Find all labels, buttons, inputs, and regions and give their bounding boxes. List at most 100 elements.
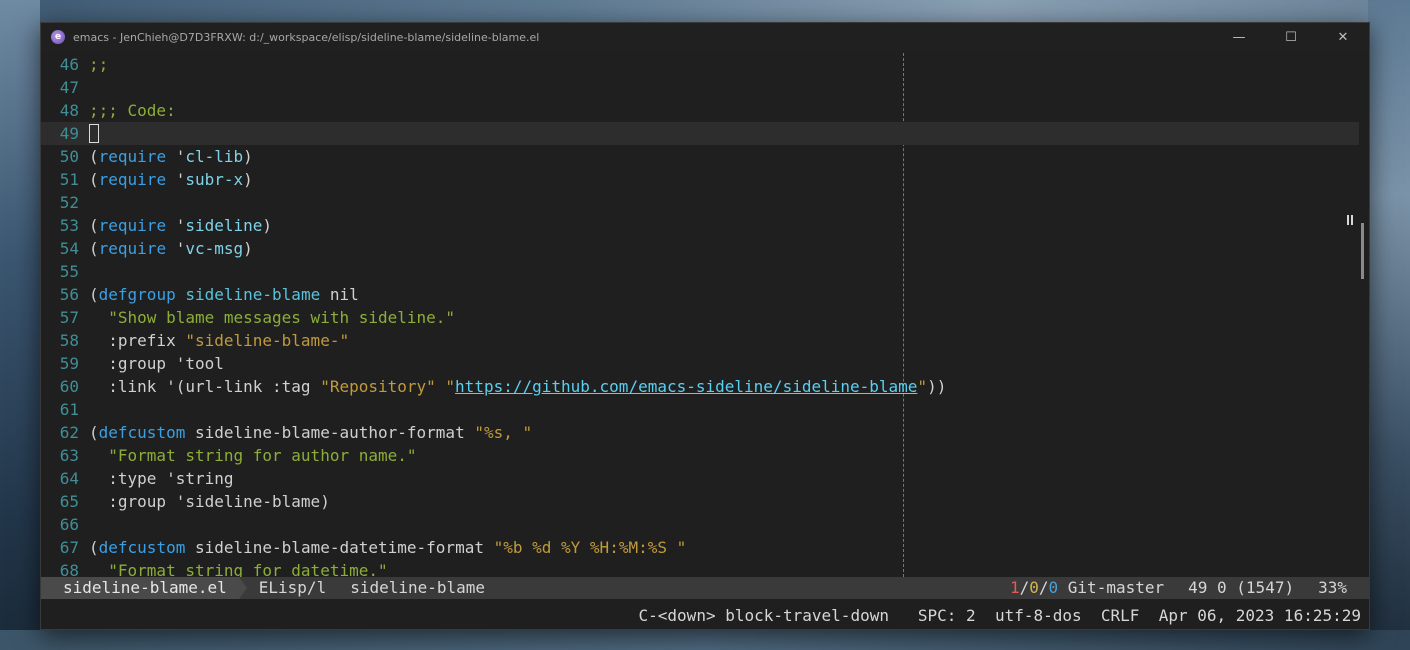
code-line[interactable]: 56 (defgroup sideline-blame nil [41,283,1359,306]
desktop-wallpaper-bottom [0,630,1410,650]
git-branch: Git-master [1058,578,1165,597]
line-number: 59 [59,354,79,373]
code-token: ) [243,239,253,258]
code-token: subr-x [185,170,244,189]
maximize-button[interactable]: ☐ [1265,23,1317,51]
code-token: ) [262,216,273,235]
code-token: require [98,216,167,235]
git-changes-yellow: 0 [1029,578,1039,597]
code-token: require [98,239,167,258]
code-line[interactable]: 55 [41,260,1359,283]
code-token: :type 'string [89,469,234,488]
code-line[interactable]: 58 :prefix "sideline-blame-" [41,329,1359,352]
line-number: 64 [59,469,79,488]
code-token: ( [89,239,99,258]
code-token: sideline-blame [185,285,321,304]
code-line[interactable]: 65 :group 'sideline-blame) [41,490,1359,513]
code-line[interactable]: 50 (require 'cl-lib) [41,145,1359,168]
code-token: "Repository" [320,377,436,396]
code-text: (defcustom sideline-blame-datetime-forma… [89,538,686,557]
mode-line-position: 49 0 (1547) [1188,578,1295,597]
code-token: nil [320,285,359,304]
title-bar[interactable]: e emacs - JenChieh@D7D3FRXW: d:/_workspa… [41,23,1369,51]
code-text: (require 'vc-msg) [89,239,253,258]
repository-link[interactable]: https://github.com/emacs-sideline/sideli… [455,377,917,396]
line-number: 63 [59,446,79,465]
code-line[interactable]: 66 [41,513,1359,536]
code-token: ;; [89,55,109,74]
line-number: 55 [59,262,79,281]
code-text: :link '(url-link :tag "Repository" "http… [89,377,946,396]
line-number: 60 [59,377,79,396]
code-line[interactable]: 60 :link '(url-link :tag "Repository" "h… [41,375,1359,398]
mode-line-right: 1/0/0 Git-master 49 0 (1547) 33% [998,577,1369,599]
line-number: 62 [59,423,79,442]
code-line[interactable]: 53 (require 'sideline) [41,214,1359,237]
code-line[interactable]: 46;; [41,53,1359,76]
line-number: 51 [59,170,79,189]
mode-line: sideline-blame.el ELisp/l sideline-blame… [41,577,1369,599]
code-token: defcustom [98,538,186,557]
code-line[interactable]: 47 [41,76,1359,99]
code-token: ( [89,538,99,557]
line-number: 66 [59,515,79,534]
code-token: vc-msg [185,239,244,258]
mode-line-separator [238,577,247,599]
mode-line-major-mode[interactable]: ELisp/l [247,577,338,599]
code-token: ' [166,147,186,166]
git-changes-blue: 0 [1048,578,1059,597]
code-line[interactable]: 62 (defcustom sideline-blame-author-forma… [41,421,1359,444]
code-line[interactable]: 64 :type 'string [41,467,1359,490]
window-controls: — ☐ ✕ [1213,23,1369,51]
code-line[interactable]: 57 "Show blame messages with sideline." [41,306,1359,329]
code-line[interactable]: 63 "Format string for author name." [41,444,1359,467]
code-line[interactable]: 67 (defcustom sideline-blame-datetime-for… [41,536,1359,559]
code-token: cl-lib [185,147,244,166]
mode-line-buffer-name[interactable]: sideline-blame.el [41,577,239,599]
code-text: "Format string for author name." [89,446,416,465]
code-line[interactable]: 51 (require 'subr-x) [41,168,1359,191]
code-text: (require 'subr-x) [89,170,253,189]
code-token: "Format string for datetime." [89,561,388,577]
code-token: :group 'tool [89,354,224,373]
echo-eol: CRLF [1100,605,1140,625]
code-token: require [98,147,167,166]
editor-buffer[interactable]: 46;; 47 48;;; Code: 49 50 (require 'cl-lib) 51… [41,53,1359,577]
code-token: ' [166,239,186,258]
vertical-scrollbar[interactable] [1361,223,1364,279]
code-token: :group 'sideline-blame) [89,492,330,511]
code-text: :type 'string [89,469,234,488]
code-line[interactable]: 54 (require 'vc-msg) [41,237,1359,260]
line-number: 58 [59,331,79,350]
code-token: ( [89,423,99,442]
code-text [89,123,99,143]
line-number: 53 [59,216,79,235]
line-number: 50 [59,147,79,166]
code-text: ;;; Code: [89,101,176,120]
text-cursor [89,123,99,143]
code-text: (require 'cl-lib) [89,147,253,166]
code-token: "Show blame messages with sideline." [89,308,456,327]
code-line[interactable]: 48 ;;; Code: [41,99,1359,122]
desktop-wallpaper-right [1368,0,1410,650]
echo-area: C-<down> block-travel-down SPC: 2 utf-8-… [41,601,1369,629]
line-number: 48 [59,101,79,120]
code-text: ;; [89,55,108,74]
echo-keybinding: C-<down> block-travel-down [638,605,889,625]
code-token: :prefix [89,331,186,350]
mode-line-project: sideline-blame [350,578,486,597]
code-line[interactable]: 52 [41,191,1359,214]
minimize-button[interactable]: — [1213,23,1265,51]
code-token: defcustom [98,423,186,442]
mode-line-git-status[interactable]: 1/0/0 Git-master [998,577,1176,599]
code-line[interactable]: 59 :group 'tool [41,352,1359,375]
code-line[interactable]: 61 [41,398,1359,421]
code-token: ' [166,170,186,189]
emacs-window[interactable]: e emacs - JenChieh@D7D3FRXW: d:/_workspa… [40,22,1370,630]
code-line[interactable]: 49 [41,122,1359,145]
line-number: 57 [59,308,79,327]
close-button[interactable]: ✕ [1317,23,1369,51]
code-line[interactable]: 68 "Format string for datetime." [41,559,1359,577]
code-text: :group 'tool [89,354,224,373]
